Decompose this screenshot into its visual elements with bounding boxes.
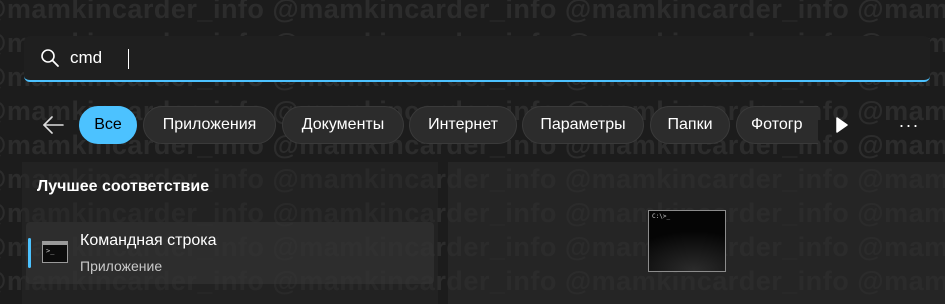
search-input[interactable] <box>70 46 890 70</box>
arrow-left-icon <box>43 116 64 134</box>
command-prompt-icon: >_ <box>42 241 68 263</box>
filter-chip-apps[interactable]: Приложения <box>143 106 276 144</box>
selection-indicator <box>28 238 31 268</box>
best-match-title: Командная строка <box>80 232 217 249</box>
command-prompt-preview-icon: C:\>_ <box>648 210 726 272</box>
filter-chip-documents[interactable]: Документы <box>282 106 404 144</box>
more-icon: ··· <box>898 114 920 135</box>
best-match-subtitle: Приложение <box>80 258 163 274</box>
play-icon[interactable] <box>834 116 850 134</box>
search-icon <box>41 49 59 67</box>
section-title: Лучшее соответствие <box>37 178 210 195</box>
more-button[interactable]: ··· <box>895 114 923 136</box>
watermark-line: @mamkincarder_info @mamkincarder_info @m… <box>0 0 945 24</box>
back-button[interactable] <box>40 112 66 138</box>
filter-chip-photos[interactable]: Фотогр <box>736 106 818 144</box>
filter-chip-internet[interactable]: Интернет <box>409 106 517 144</box>
search-box[interactable] <box>24 36 930 82</box>
filter-chip-settings[interactable]: Параметры <box>522 106 644 144</box>
filter-chip-all[interactable]: Все <box>79 106 137 144</box>
filter-chip-folders[interactable]: Папки <box>650 106 730 144</box>
text-caret <box>128 49 129 69</box>
